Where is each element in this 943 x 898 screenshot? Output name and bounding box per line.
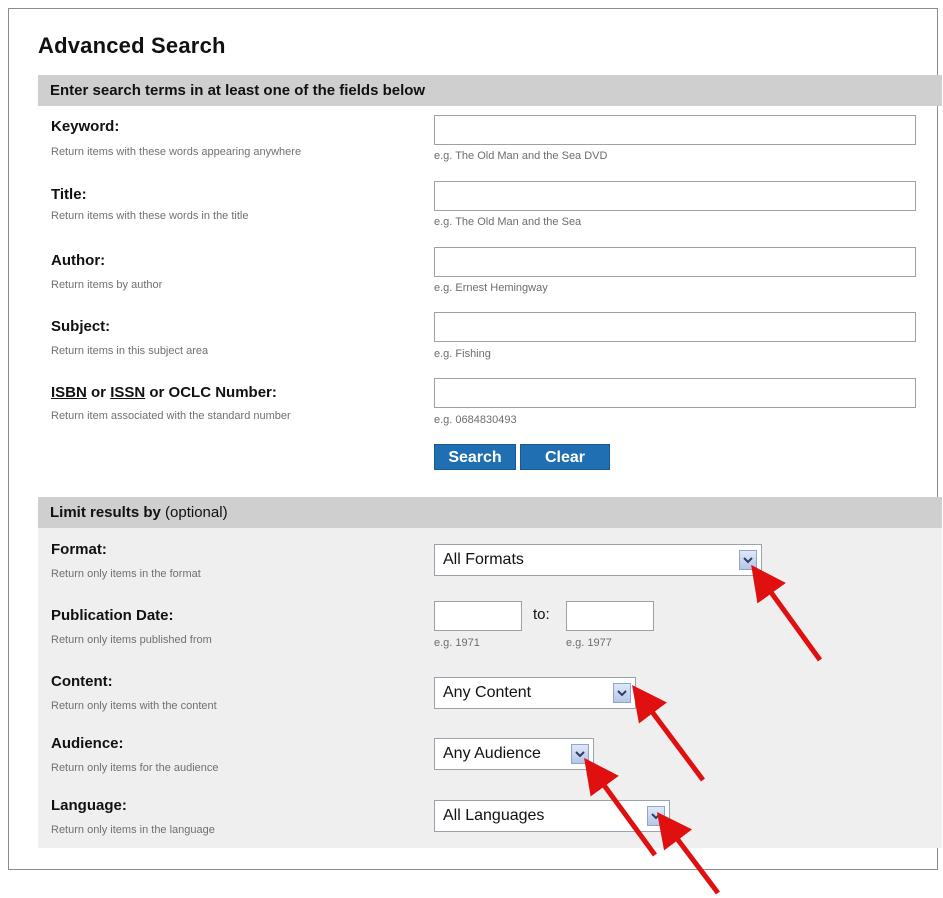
publication-date-help: Return only items published from — [51, 634, 212, 646]
subject-help: Return items in this subject area — [51, 345, 209, 357]
audience-help: Return only items for the audience — [51, 762, 219, 774]
subject-example: e.g. Fishing — [434, 348, 491, 360]
content-label: Content: — [51, 673, 113, 690]
author-example: e.g. Ernest Hemingway — [434, 282, 548, 294]
language-selected: All Languages — [443, 807, 545, 824]
label-oclc: or OCLC Number: — [145, 384, 277, 401]
format-select[interactable]: All Formats — [434, 544, 762, 576]
keyword-example: e.g. The Old Man and the Sea DVD — [434, 150, 608, 162]
page-title: Advanced Search — [38, 33, 226, 58]
title-help: Return items with these words in the tit… — [51, 210, 249, 222]
title-example: e.g. The Old Man and the Sea — [434, 216, 582, 228]
chevron-down-icon[interactable] — [571, 744, 589, 764]
label-or-1: or — [86, 384, 111, 401]
audience-label: Audience: — [51, 735, 124, 752]
date-from-input[interactable] — [434, 601, 522, 631]
date-to-example: e.g. 1977 — [566, 637, 612, 649]
language-select[interactable]: All Languages — [434, 800, 670, 832]
format-help: Return only items in the format — [51, 568, 201, 580]
author-help: Return items by author — [51, 279, 163, 291]
limit-section-header: Limit results by (optional) — [38, 497, 942, 528]
content-selected: Any Content — [443, 684, 532, 701]
search-button[interactable]: Search — [434, 444, 516, 470]
content-help: Return only items with the content — [51, 700, 217, 712]
keyword-help: Return items with these words appearing … — [51, 146, 302, 158]
chevron-down-icon[interactable] — [647, 806, 665, 826]
format-label: Format: — [51, 541, 107, 558]
keyword-label: Keyword: — [51, 118, 120, 135]
content-select[interactable]: Any Content — [434, 677, 636, 709]
subject-input[interactable] — [434, 312, 916, 342]
author-label: Author: — [51, 252, 106, 269]
publication-date-label: Publication Date: — [51, 607, 174, 624]
date-to-label: to: — [533, 606, 550, 623]
language-help: Return only items in the language — [51, 824, 215, 836]
date-to-input[interactable] — [566, 601, 654, 631]
standard-number-example: e.g. 0684830493 — [434, 414, 517, 426]
issn-abbr: ISSN — [110, 384, 146, 401]
standard-number-input[interactable] — [434, 378, 916, 408]
standard-number-help: Return item associated with the standard… — [51, 410, 291, 422]
title-input[interactable] — [434, 181, 916, 211]
audience-selected: Any Audience — [443, 745, 541, 762]
limit-header-label: Limit results by — [50, 504, 161, 521]
format-selected: All Formats — [443, 551, 524, 568]
isbn-abbr: ISBN — [51, 384, 87, 401]
keyword-input[interactable] — [434, 115, 916, 145]
title-label: Title: — [51, 186, 87, 203]
date-from-example: e.g. 1971 — [434, 637, 480, 649]
standard-number-label: ISBN or ISSN or OCLC Number: — [51, 384, 277, 401]
author-input[interactable] — [434, 247, 916, 277]
subject-label: Subject: — [51, 318, 111, 335]
chevron-down-icon[interactable] — [739, 550, 757, 570]
language-label: Language: — [51, 797, 127, 814]
clear-button[interactable]: Clear — [520, 444, 610, 470]
limit-header-optional: (optional) — [165, 504, 228, 521]
chevron-down-icon[interactable] — [613, 683, 631, 703]
audience-select[interactable]: Any Audience — [434, 738, 594, 770]
search-section-header: Enter search terms in at least one of th… — [38, 75, 942, 106]
